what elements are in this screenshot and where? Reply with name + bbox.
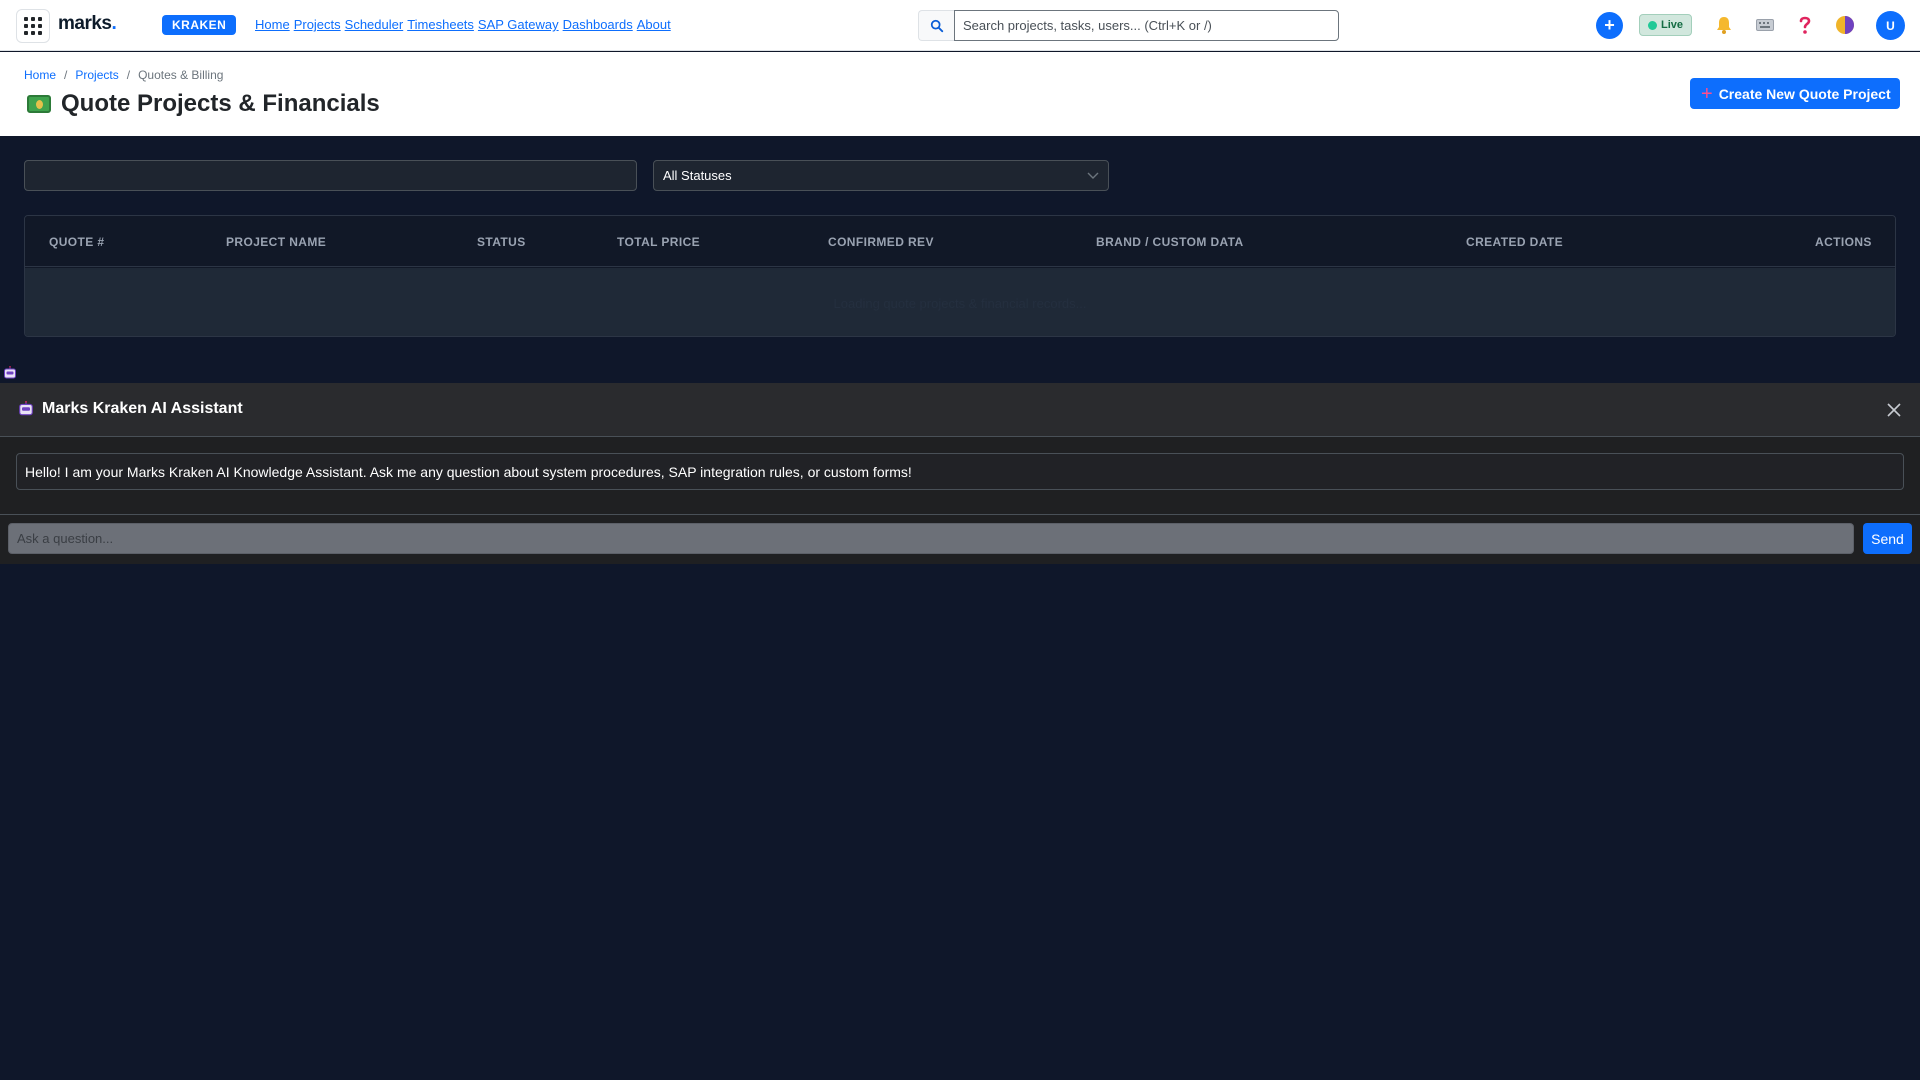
search-icon[interactable] (918, 10, 954, 41)
breadcrumb-separator: / (64, 68, 68, 82)
ai-input-bar: Send (0, 514, 1920, 564)
column-header-brand-custom-data[interactable]: BRAND / CUSTOM DATA (1096, 235, 1244, 249)
money-icon (27, 95, 51, 113)
nav-link-timesheets[interactable]: Timesheets (407, 17, 474, 32)
ai-send-button[interactable]: Send (1863, 523, 1912, 554)
help-icon[interactable] (1794, 14, 1816, 36)
nav-link-scheduler[interactable]: Scheduler (345, 17, 404, 32)
theme-toggle-icon[interactable] (1834, 14, 1856, 36)
keyboard-icon[interactable] (1754, 14, 1776, 36)
user-avatar[interactable]: U (1876, 11, 1905, 40)
nav-link-sap-gateway[interactable]: SAP Gateway (478, 17, 559, 32)
breadcrumb: Home / Projects / Quotes & Billing (24, 68, 223, 82)
page-title-text: Quote Projects & Financials (61, 90, 380, 117)
column-header-actions: ACTIONS (1815, 235, 1872, 249)
ai-assistant-title: Marks Kraken AI Assistant (18, 400, 243, 418)
nav-link-home[interactable]: Home (255, 17, 290, 32)
quick-add-button[interactable]: + (1596, 12, 1623, 39)
breadcrumb-separator: / (126, 68, 131, 82)
close-icon[interactable] (1885, 401, 1903, 419)
top-navbar: marks. KRAKEN Home Projects Scheduler Ti… (0, 0, 1920, 51)
nav-link-projects[interactable]: Projects (294, 17, 341, 32)
nav-link-dashboards[interactable]: Dashboards (563, 17, 633, 32)
global-search (918, 10, 1339, 41)
page-title: Quote Projects & Financials (27, 90, 380, 118)
column-header-project-name[interactable]: PROJECT NAME (226, 235, 326, 249)
ai-greeting-message: Hello! I am your Marks Kraken AI Knowled… (16, 453, 1904, 490)
quotes-table: QUOTE # PROJECT NAME STATUS TOTAL PRICE … (24, 215, 1896, 337)
column-header-created-date[interactable]: CREATED DATE (1466, 235, 1563, 249)
status-filter-select[interactable]: All Statuses (653, 160, 1109, 191)
live-dot-icon (1648, 20, 1657, 30)
apps-grid-icon[interactable] (16, 9, 50, 43)
ai-question-input[interactable] (8, 523, 1854, 554)
status-filter-value: All Statuses (663, 168, 732, 183)
table-empty-message: Loading quote projects & financial recor… (833, 296, 1087, 311)
search-input[interactable] (954, 10, 1339, 41)
ai-assistant-title-text: Marks Kraken AI Assistant (42, 400, 243, 417)
ai-assistant-header: Marks Kraken AI Assistant (0, 383, 1920, 437)
main-nav: Home Projects Scheduler Timesheets SAP G… (255, 17, 671, 32)
table-header: QUOTE # PROJECT NAME STATUS TOTAL PRICE … (25, 216, 1895, 267)
brand-logo[interactable]: marks. (58, 13, 117, 35)
page-header: Home / Projects / Quotes & Billing Quote… (0, 52, 1920, 136)
chevron-down-icon (1087, 172, 1099, 179)
column-header-total-price[interactable]: TOTAL PRICE (617, 235, 700, 249)
breadcrumb-projects[interactable]: Projects (75, 68, 118, 82)
breadcrumb-home[interactable]: Home (24, 68, 56, 82)
live-status-badge[interactable]: Live (1639, 14, 1693, 36)
bell-icon[interactable] (1713, 14, 1735, 36)
create-quote-project-button[interactable]: + Create New Quote Project (1690, 78, 1900, 109)
robot-icon (19, 401, 33, 416)
column-header-quote-number[interactable]: QUOTE # (49, 235, 104, 249)
nav-link-about[interactable]: About (637, 17, 671, 32)
breadcrumb-current: Quotes & Billing (138, 68, 224, 82)
plus-icon: + (1701, 82, 1713, 105)
table-body: Loading quote projects & financial recor… (25, 268, 1895, 336)
column-header-confirmed-rev[interactable]: CONFIRMED REV (828, 235, 934, 249)
column-header-status[interactable]: STATUS (477, 235, 526, 249)
quote-search-input[interactable] (24, 160, 637, 191)
ai-assistant-panel: Marks Kraken AI Assistant Hello! I am yo… (0, 383, 1920, 564)
robot-icon[interactable] (3, 366, 17, 380)
create-button-label: Create New Quote Project (1718, 85, 1891, 102)
live-label: Live (1661, 19, 1684, 31)
kraken-badge: KRAKEN (162, 15, 237, 35)
